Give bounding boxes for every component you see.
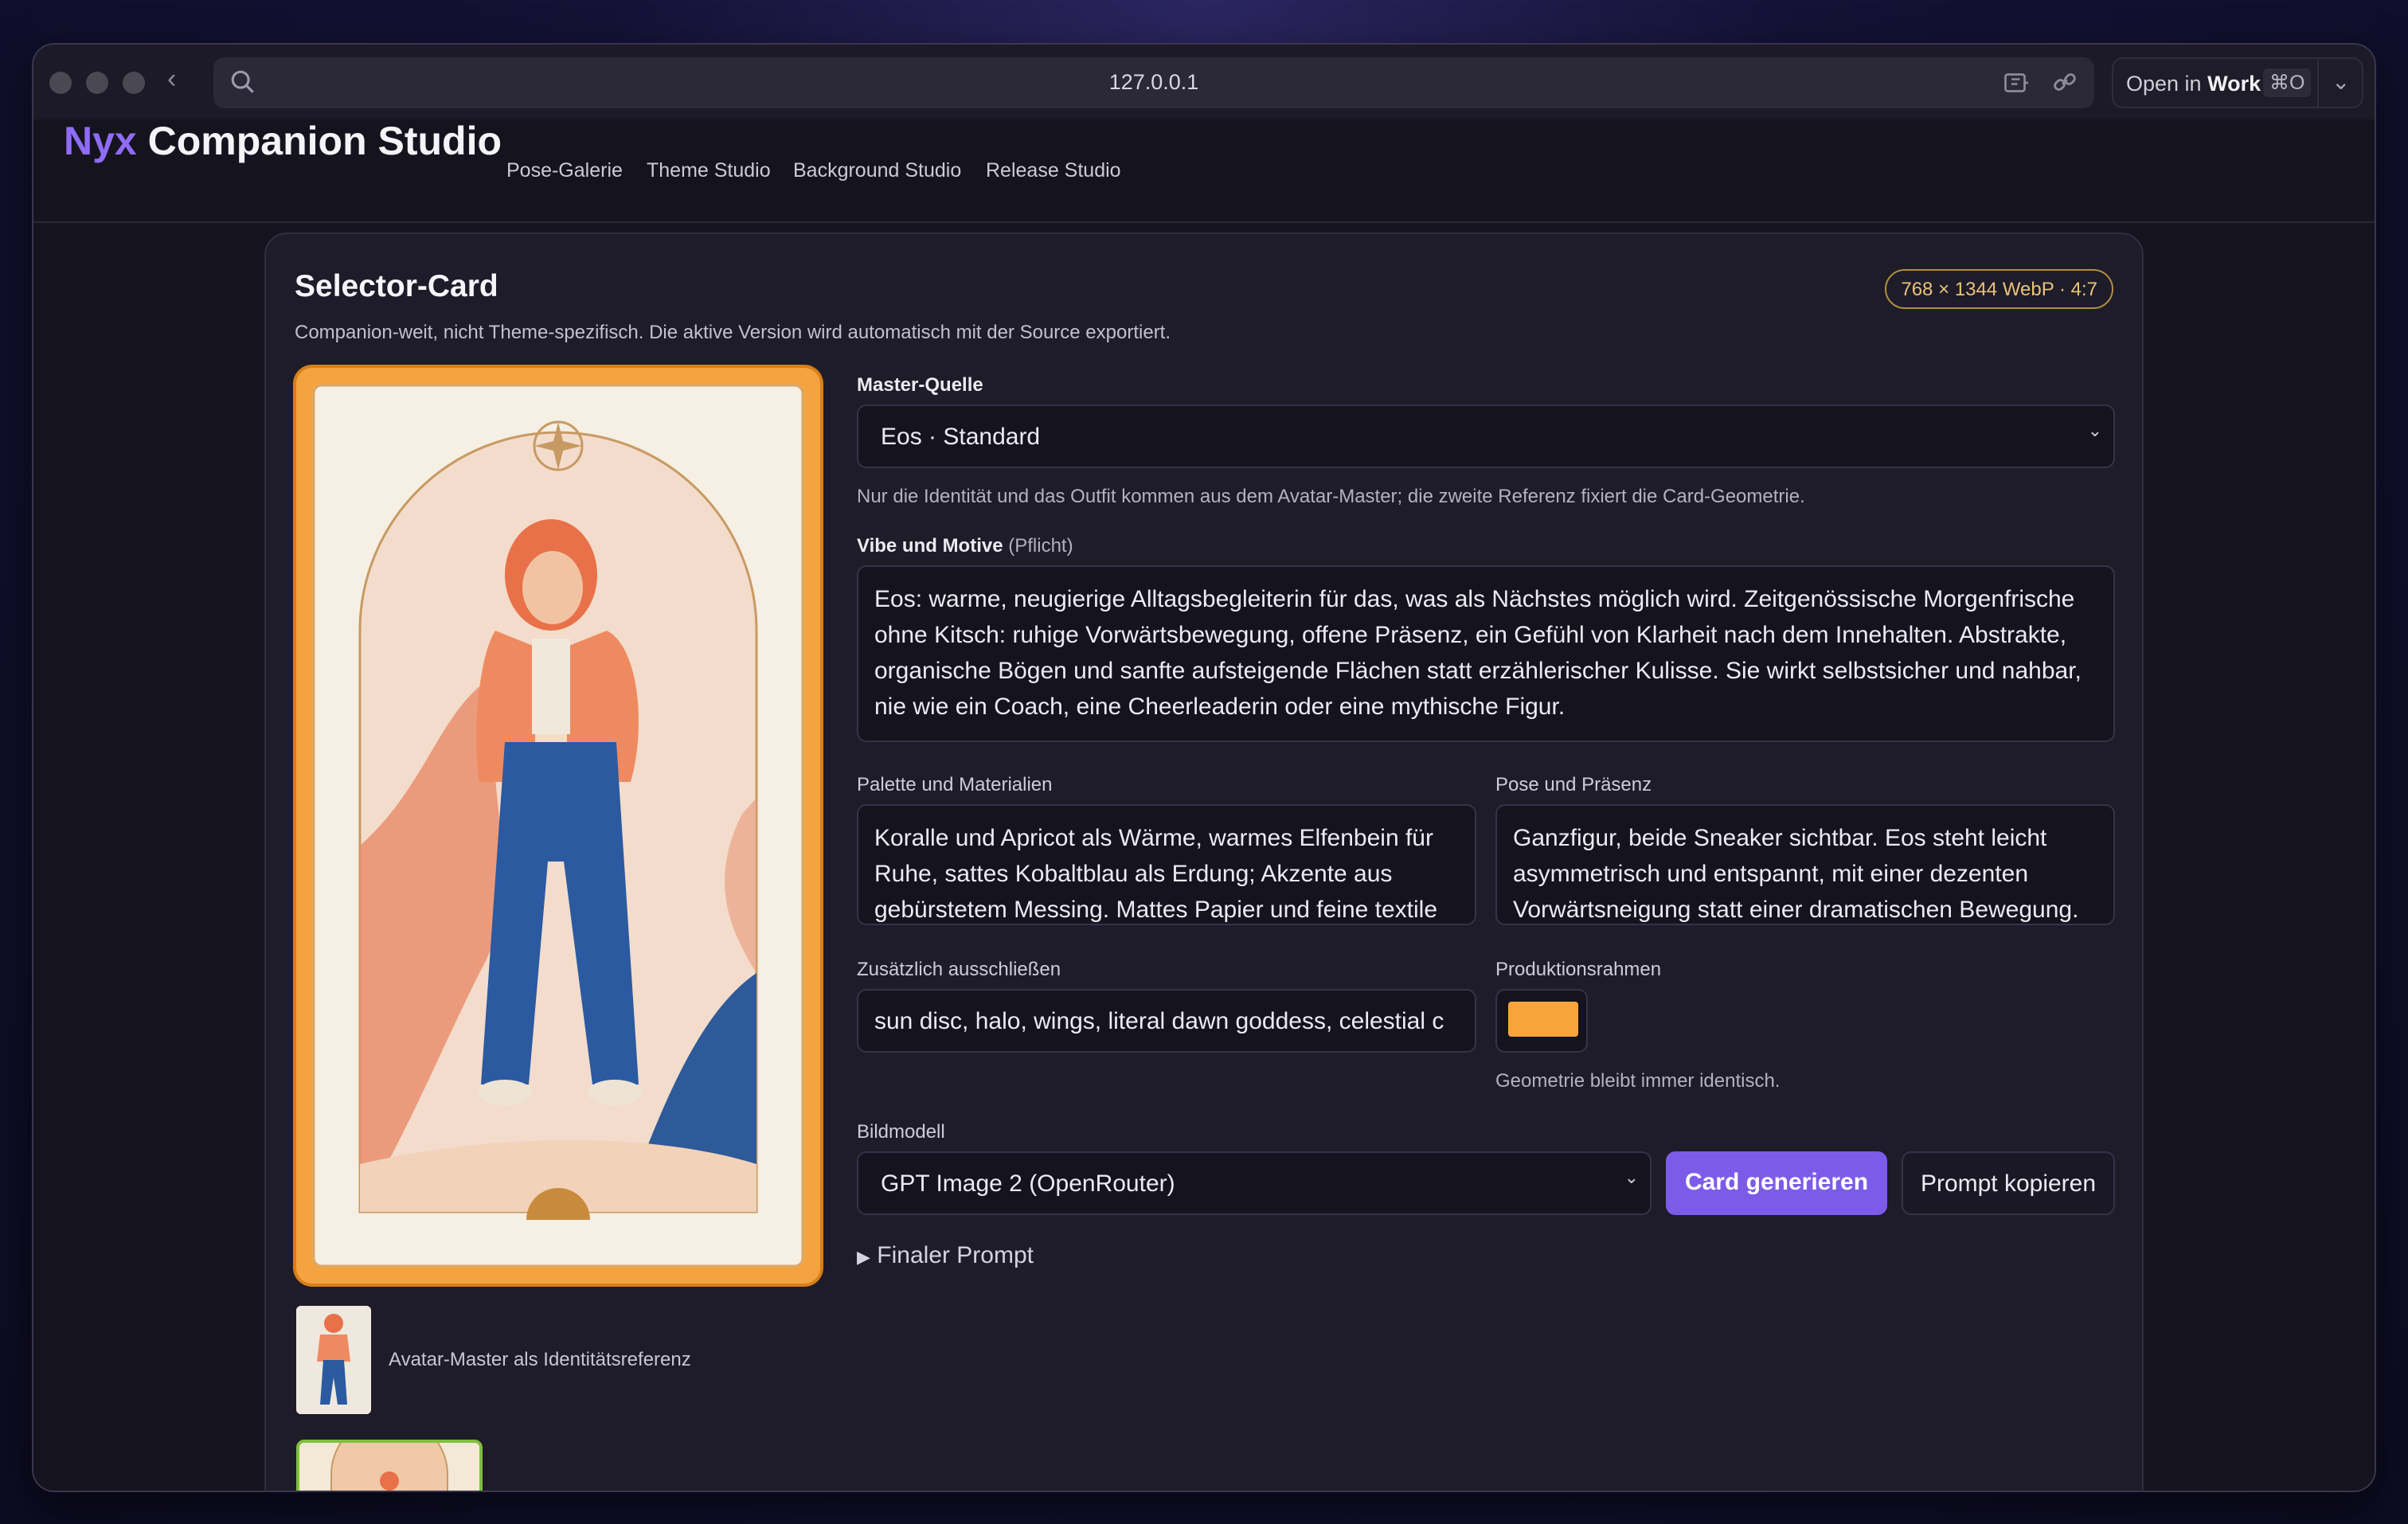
avatar-reference-label: Avatar-Master als Identitätsreferenz: [389, 1349, 691, 1370]
nav-pose-galerie[interactable]: Pose-Galerie: [506, 159, 623, 182]
close-window-button[interactable]: [49, 72, 72, 94]
required-marker: (Pflicht): [1008, 535, 1073, 557]
section-title: Selector-Card: [295, 269, 498, 303]
model-select[interactable]: GPT Image 2 (OpenRouter) ⌄: [857, 1151, 1652, 1215]
pose-textarea[interactable]: Ganzfigur, beide Sneaker sichtbar. Eos s…: [1495, 804, 2115, 925]
color-swatch: [1508, 1002, 1578, 1037]
divider: [2317, 59, 2319, 107]
format-badge: 768 × 1344 WebP · 4:7: [1885, 269, 2113, 309]
chevron-down-icon: ⌄: [2087, 420, 2102, 440]
nav-theme-studio[interactable]: Theme Studio: [647, 159, 771, 182]
master-source-select[interactable]: Eos · Standard ⌄: [857, 404, 2115, 468]
model-select-value: GPT Image 2 (OpenRouter): [881, 1170, 1175, 1197]
avatar-master-thumbnail[interactable]: [296, 1306, 371, 1414]
section-subtitle: Companion-weit, nicht Theme-spezifisch. …: [295, 322, 1171, 343]
main-content: Selector-Card Companion-weit, nicht Them…: [33, 223, 2375, 1491]
selector-card-panel: Selector-Card Companion-weit, nicht Them…: [264, 233, 2144, 1491]
exclude-label: Zusätzlich ausschließen: [857, 959, 1061, 980]
minimize-window-button[interactable]: [86, 72, 108, 94]
frame-color-picker[interactable]: [1495, 989, 1588, 1053]
vibe-label-text: Vibe und Motive: [857, 535, 1003, 557]
pose-label: Pose und Präsenz: [1495, 774, 1652, 795]
back-icon[interactable]: ‹: [167, 64, 176, 95]
browser-window: ‹ 127.0.0.1 Open in Work ⌘O ⌄ Nyx Compan…: [33, 45, 2375, 1491]
avatar-thumb-art: [296, 1306, 371, 1414]
final-prompt-label: Finaler Prompt: [877, 1242, 1034, 1268]
palette-label: Palette und Materialien: [857, 774, 1053, 795]
app-brand[interactable]: Nyx Companion Studio: [64, 118, 502, 164]
vibe-label: Vibe und Motive (Pflicht): [857, 535, 1073, 557]
master-help-text: Nur die Identität und das Outfit kommen …: [857, 486, 1805, 507]
card-thumb-art: [299, 1443, 479, 1491]
triangle-right-icon: ▶: [857, 1247, 870, 1267]
open-in-shortcut: ⌘O: [2263, 68, 2312, 97]
open-in-target: Work: [2207, 72, 2261, 96]
nav-release-studio[interactable]: Release Studio: [986, 159, 1121, 182]
palette-textarea[interactable]: Koralle und Apricot als Wärme, warmes El…: [857, 804, 1476, 925]
card-preview-image: [296, 368, 820, 1284]
exclude-input-value: sun disc, halo, wings, literal dawn godd…: [874, 1008, 1444, 1034]
frame-label: Produktionsrahmen: [1495, 959, 1662, 980]
master-label: Master-Quelle: [857, 374, 983, 396]
chevron-down-icon[interactable]: ⌄: [2332, 68, 2350, 95]
address-bar[interactable]: 127.0.0.1: [213, 57, 2094, 108]
card-artwork: [312, 384, 804, 1268]
master-select-value: Eos · Standard: [881, 424, 1041, 450]
link-icon[interactable]: [2051, 68, 2078, 96]
vibe-textarea[interactable]: Eos: warme, neugierige Alltagsbegleiteri…: [857, 565, 2115, 742]
url-text: 127.0.0.1: [1108, 70, 1199, 94]
open-in-work-button[interactable]: Open in Work ⌘O ⌄: [2112, 57, 2363, 108]
open-in-text: Open in Work: [2126, 72, 2261, 96]
card-version-thumbnail[interactable]: [296, 1440, 483, 1491]
zoom-window-button[interactable]: [123, 72, 145, 94]
model-label: Bildmodell: [857, 1121, 945, 1143]
nav-background-studio[interactable]: Background Studio: [793, 159, 961, 182]
copy-prompt-button[interactable]: Prompt kopieren: [1902, 1151, 2115, 1215]
reader-icon[interactable]: [2002, 68, 2031, 97]
brand-nyx: Nyx: [64, 119, 137, 163]
exclude-input[interactable]: sun disc, halo, wings, literal dawn godd…: [857, 989, 1476, 1053]
frame-help-text: Geometrie bleibt immer identisch.: [1495, 1070, 1781, 1092]
chevron-down-icon: ⌄: [1624, 1167, 1639, 1187]
browser-toolbar: ‹ 127.0.0.1 Open in Work ⌘O ⌄: [33, 45, 2375, 119]
final-prompt-toggle[interactable]: ▶ Finaler Prompt: [857, 1242, 1034, 1269]
generate-card-button[interactable]: Card generieren: [1666, 1151, 1887, 1215]
open-in-prefix: Open in: [2126, 72, 2202, 96]
brand-title: Companion Studio: [147, 119, 502, 163]
